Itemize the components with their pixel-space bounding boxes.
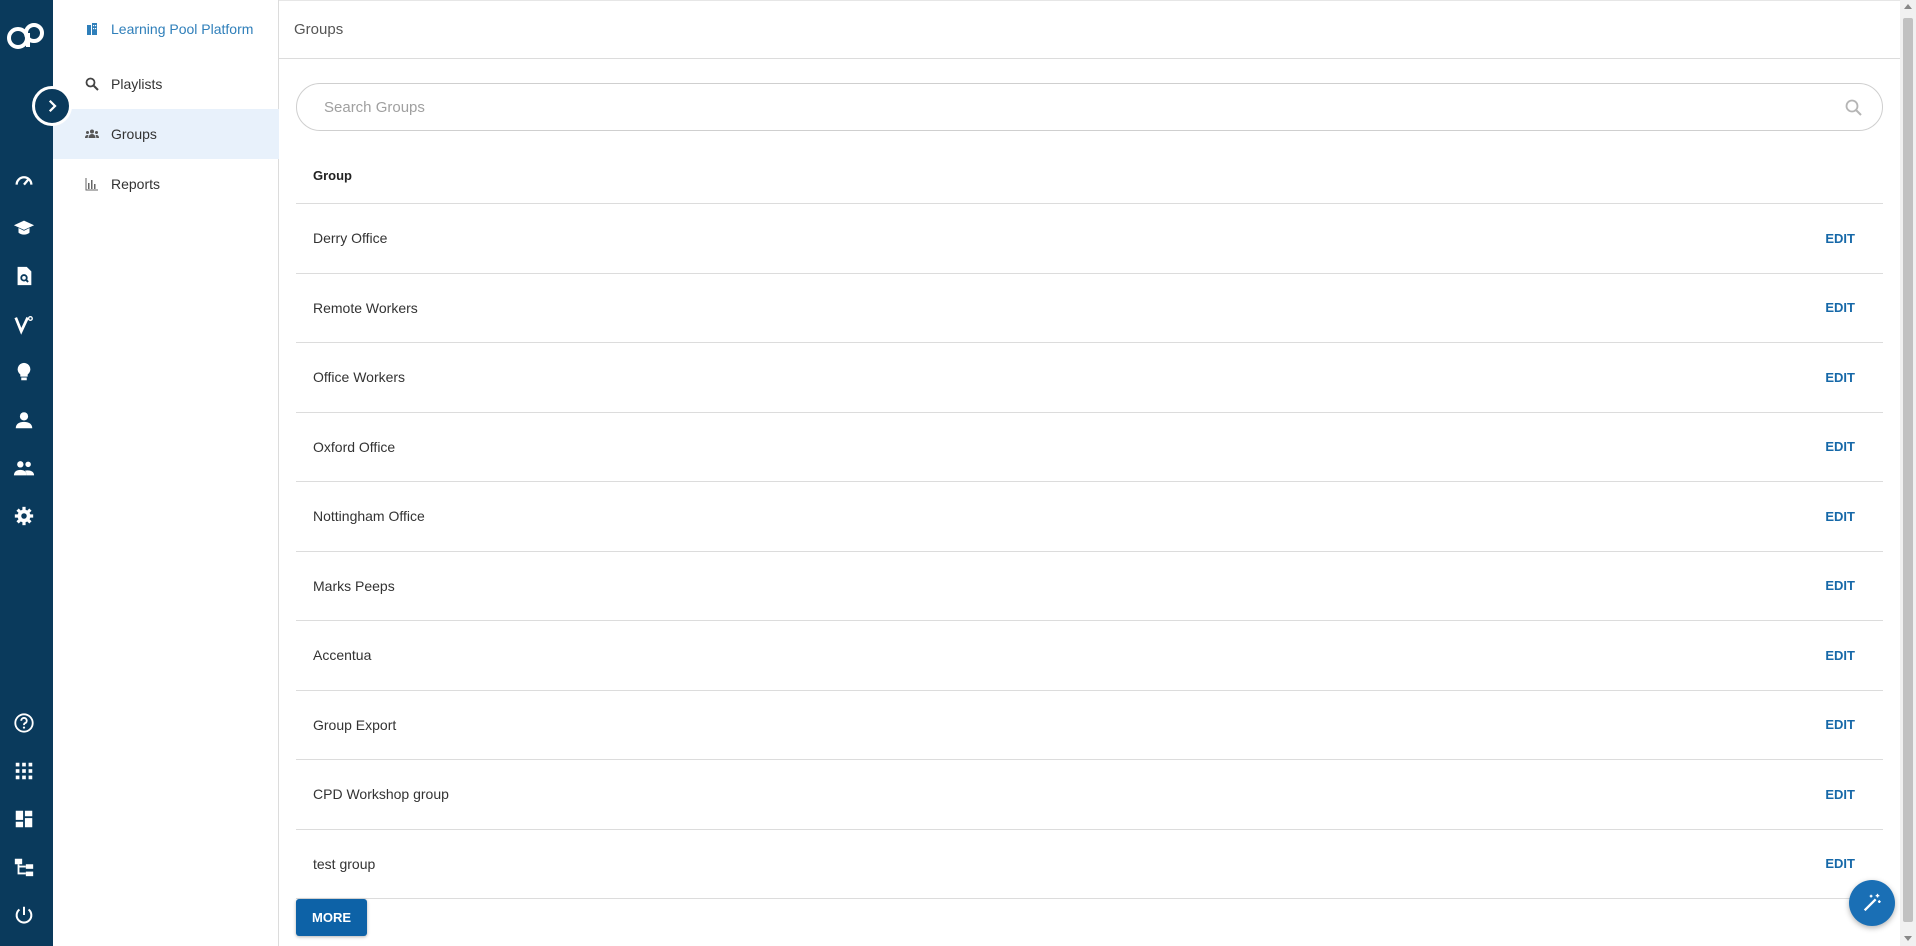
edit-button[interactable]: EDIT [1825, 370, 1855, 385]
group-name: Nottingham Office [313, 508, 425, 525]
edit-button[interactable]: EDIT [1825, 648, 1855, 663]
power-icon[interactable] [12, 903, 36, 927]
column-header-group: Group [313, 168, 352, 183]
edit-button[interactable]: EDIT [1825, 300, 1855, 315]
edit-button[interactable]: EDIT [1825, 231, 1855, 246]
document-search-icon[interactable] [12, 264, 36, 288]
nav-item-label: Reports [111, 176, 161, 192]
magic-wand-icon [1863, 893, 1881, 912]
table-body: Derry Office EDIT Remote Workers EDIT Office… [296, 204, 1883, 899]
nav-item-reports[interactable]: Reports [53, 159, 279, 209]
edit-button[interactable]: EDIT [1825, 717, 1855, 732]
vertical-scrollbar[interactable] [1900, 0, 1916, 946]
group-name: CPD Workshop group [313, 786, 449, 803]
apps-grid-icon[interactable] [12, 759, 36, 783]
search-icon[interactable] [1844, 98, 1864, 118]
table-row: test group EDIT [296, 830, 1883, 899]
edit-button[interactable]: EDIT [1825, 856, 1855, 871]
left-rail [0, 0, 53, 946]
search-icon [85, 77, 99, 91]
table-row: CPD Workshop group EDIT [296, 760, 1883, 830]
user-icon[interactable] [12, 408, 36, 432]
table-row: Accentua EDIT [296, 621, 1883, 691]
chevron-right-icon [48, 99, 57, 113]
gear-icon[interactable] [12, 504, 36, 528]
nav-item-label: Groups [111, 126, 157, 142]
scroll-down-arrow[interactable] [1904, 936, 1912, 941]
dashboard-icon[interactable] [12, 168, 36, 192]
help-icon[interactable] [12, 711, 36, 735]
group-name: test group [313, 855, 376, 872]
lightbulb-icon[interactable] [12, 360, 36, 384]
group-name: Accentua [313, 647, 372, 664]
table-header: Group [296, 148, 1883, 204]
edit-button[interactable]: EDIT [1825, 439, 1855, 454]
edit-button[interactable]: EDIT [1825, 509, 1855, 524]
search-input[interactable] [324, 98, 1774, 116]
people-icon[interactable] [12, 456, 36, 480]
group-name: Derry Office [313, 230, 388, 247]
magic-wand-button[interactable] [1849, 880, 1895, 926]
hierarchy-icon[interactable] [12, 855, 36, 879]
edit-button[interactable]: EDIT [1825, 578, 1855, 593]
logo-icon[interactable] [4, 20, 50, 54]
expand-sidebar-button[interactable] [32, 86, 72, 126]
table-row: Nottingham Office EDIT [296, 482, 1883, 552]
page-title: Groups [294, 21, 344, 38]
sub-navigation: Learning Pool Platform Playlists Groups … [53, 0, 279, 946]
table-row: Office Workers EDIT [296, 343, 1883, 413]
group-name: Oxford Office [313, 438, 396, 455]
learning-icon[interactable] [12, 216, 36, 240]
nav-item-label: Playlists [111, 76, 163, 92]
v-brand-icon[interactable] [12, 312, 36, 336]
page-header: Groups [279, 0, 1900, 59]
scrollbar-thumb[interactable] [1903, 18, 1913, 922]
bar-chart-icon [85, 177, 99, 191]
group-name: Group Export [313, 716, 397, 733]
group-name: Marks Peeps [313, 577, 395, 594]
table-row: Group Export EDIT [296, 691, 1883, 760]
table-row: Oxford Office EDIT [296, 413, 1883, 482]
more-button[interactable]: MORE [296, 899, 367, 936]
nav-item-learning-pool-platform[interactable]: Learning Pool Platform [53, 4, 279, 54]
groups-table: Group Derry Office EDIT Remote Workers EDIT… [296, 148, 1883, 899]
table-row: Remote Workers EDIT [296, 274, 1883, 343]
layout-icon[interactable] [12, 807, 36, 831]
edit-button[interactable]: EDIT [1825, 787, 1855, 802]
group-name: Remote Workers [313, 299, 418, 316]
table-row: Marks Peeps EDIT [296, 552, 1883, 621]
table-row: Derry Office EDIT [296, 204, 1883, 274]
nav-item-groups[interactable]: Groups [53, 109, 279, 159]
nav-item-playlists[interactable]: Playlists [53, 59, 279, 109]
nav-item-label: Learning Pool Platform [111, 21, 254, 37]
people-icon [85, 127, 99, 141]
search-bar [296, 83, 1883, 131]
group-name: Office Workers [313, 369, 406, 386]
scroll-up-arrow[interactable] [1904, 4, 1912, 9]
building-icon [85, 22, 99, 36]
